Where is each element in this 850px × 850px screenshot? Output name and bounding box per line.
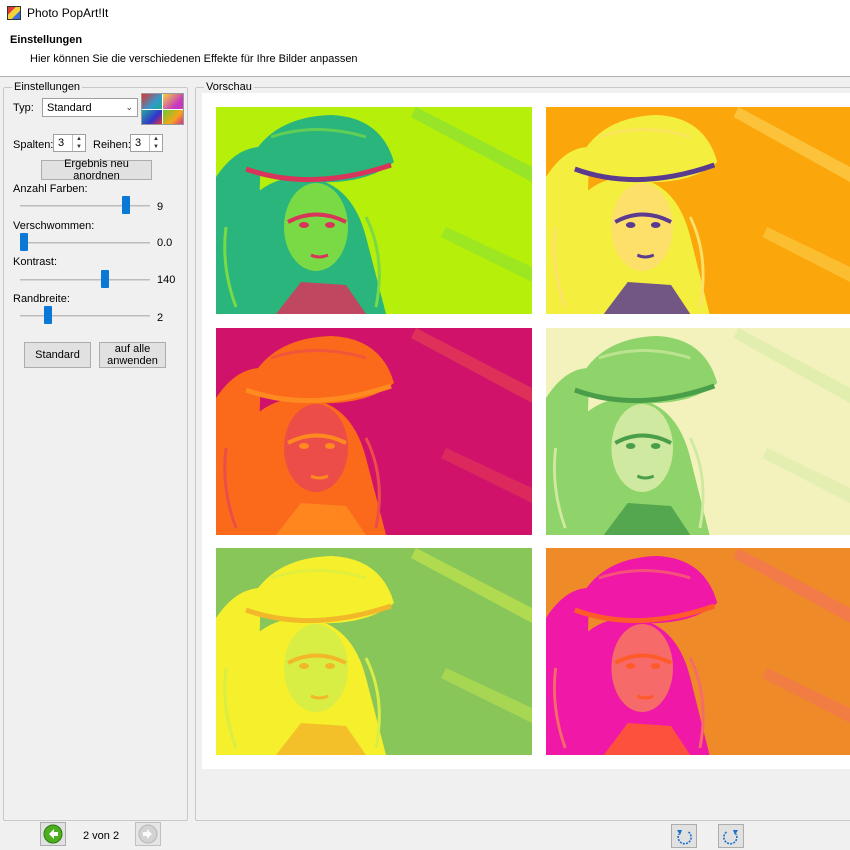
arrow-left-icon xyxy=(43,824,63,844)
slider-label-contrast: Kontrast: xyxy=(13,256,58,268)
forward-button[interactable] xyxy=(135,822,161,846)
portrait-image xyxy=(546,107,850,314)
blur-slider-thumb[interactable] xyxy=(20,233,28,251)
portrait-image xyxy=(216,328,532,535)
rows-label: Reihen: xyxy=(93,139,131,151)
columns-label: Spalten: xyxy=(13,139,54,151)
preview-tile-1[interactable] xyxy=(216,107,532,314)
arrow-right-icon xyxy=(138,824,158,844)
colors-slider-thumb[interactable] xyxy=(122,196,131,214)
blur-value: 0.0 xyxy=(157,237,173,249)
stepper-up-icon[interactable]: ▲ xyxy=(150,135,162,143)
stepper-down-icon[interactable]: ▼ xyxy=(73,143,85,151)
back-button[interactable] xyxy=(40,822,66,846)
apply-all-label-line1: auf alle xyxy=(114,343,151,355)
columns-stepper[interactable]: 3 ▲ ▼ xyxy=(53,134,86,152)
border-slider-thumb[interactable] xyxy=(44,306,53,324)
slider-label-border: Randbreite: xyxy=(13,293,70,305)
settings-group-label: Einstellungen xyxy=(14,81,81,93)
app-icon xyxy=(7,5,21,20)
contrast-slider-thumb[interactable] xyxy=(100,270,109,288)
rotate-cw-icon xyxy=(723,830,738,845)
contrast-slider-track[interactable] xyxy=(20,279,150,281)
colors-value: 9 xyxy=(157,201,164,213)
type-label: Typ: xyxy=(13,102,34,114)
preview-tile-6[interactable] xyxy=(546,548,850,755)
border-value: 2 xyxy=(157,312,164,324)
portrait-image xyxy=(216,548,532,755)
title-bar: Photo PopArt!It xyxy=(0,0,850,25)
portrait-image xyxy=(216,107,532,314)
blur-slider-track[interactable] xyxy=(20,242,150,244)
page-title: Einstellungen xyxy=(10,34,83,46)
rotate-ccw-icon xyxy=(677,830,692,845)
page-header: Einstellungen Hier können Sie die versch… xyxy=(0,25,850,77)
portrait-image xyxy=(546,328,850,535)
chevron-down-icon: ⌄ xyxy=(125,102,133,112)
preview-tile-2[interactable] xyxy=(546,107,850,314)
preview-group-label: Vorschau xyxy=(206,81,252,93)
type-preview-thumbnail xyxy=(141,93,184,125)
rows-stepper[interactable]: 3 ▲ ▼ xyxy=(130,134,163,152)
preview-tile-4[interactable] xyxy=(546,328,850,535)
columns-value: 3 xyxy=(58,137,65,149)
rotate-left-button[interactable] xyxy=(671,824,697,848)
rows-value: 3 xyxy=(135,137,142,149)
apply-all-button[interactable]: auf alle anwenden xyxy=(99,342,166,368)
slider-label-colors: Anzahl Farben: xyxy=(13,183,88,195)
page-subtitle: Hier können Sie die verschiedenen Effekt… xyxy=(30,53,358,65)
stepper-down-icon[interactable]: ▼ xyxy=(150,143,162,151)
rearrange-button[interactable]: Ergebnis neu anordnen xyxy=(41,158,152,182)
rotate-right-button[interactable] xyxy=(718,824,744,848)
type-select-value: Standard xyxy=(47,101,92,114)
portrait-image xyxy=(546,548,850,755)
window-title: Photo PopArt!It xyxy=(27,5,109,20)
preview-tile-5[interactable] xyxy=(216,548,532,755)
stepper-up-icon[interactable]: ▲ xyxy=(73,135,85,143)
default-button[interactable]: Standard xyxy=(24,342,91,368)
contrast-value: 140 xyxy=(157,274,176,286)
border-slider-track[interactable] xyxy=(20,315,150,317)
preview-tile-3[interactable] xyxy=(216,328,532,535)
slider-label-blur: Verschwommen: xyxy=(13,220,95,232)
apply-all-label-line2: anwenden xyxy=(107,355,158,367)
type-select[interactable]: Standard ⌄ xyxy=(42,98,138,117)
colors-slider-track[interactable] xyxy=(20,205,150,207)
page-indicator: 2 von 2 xyxy=(83,830,120,842)
